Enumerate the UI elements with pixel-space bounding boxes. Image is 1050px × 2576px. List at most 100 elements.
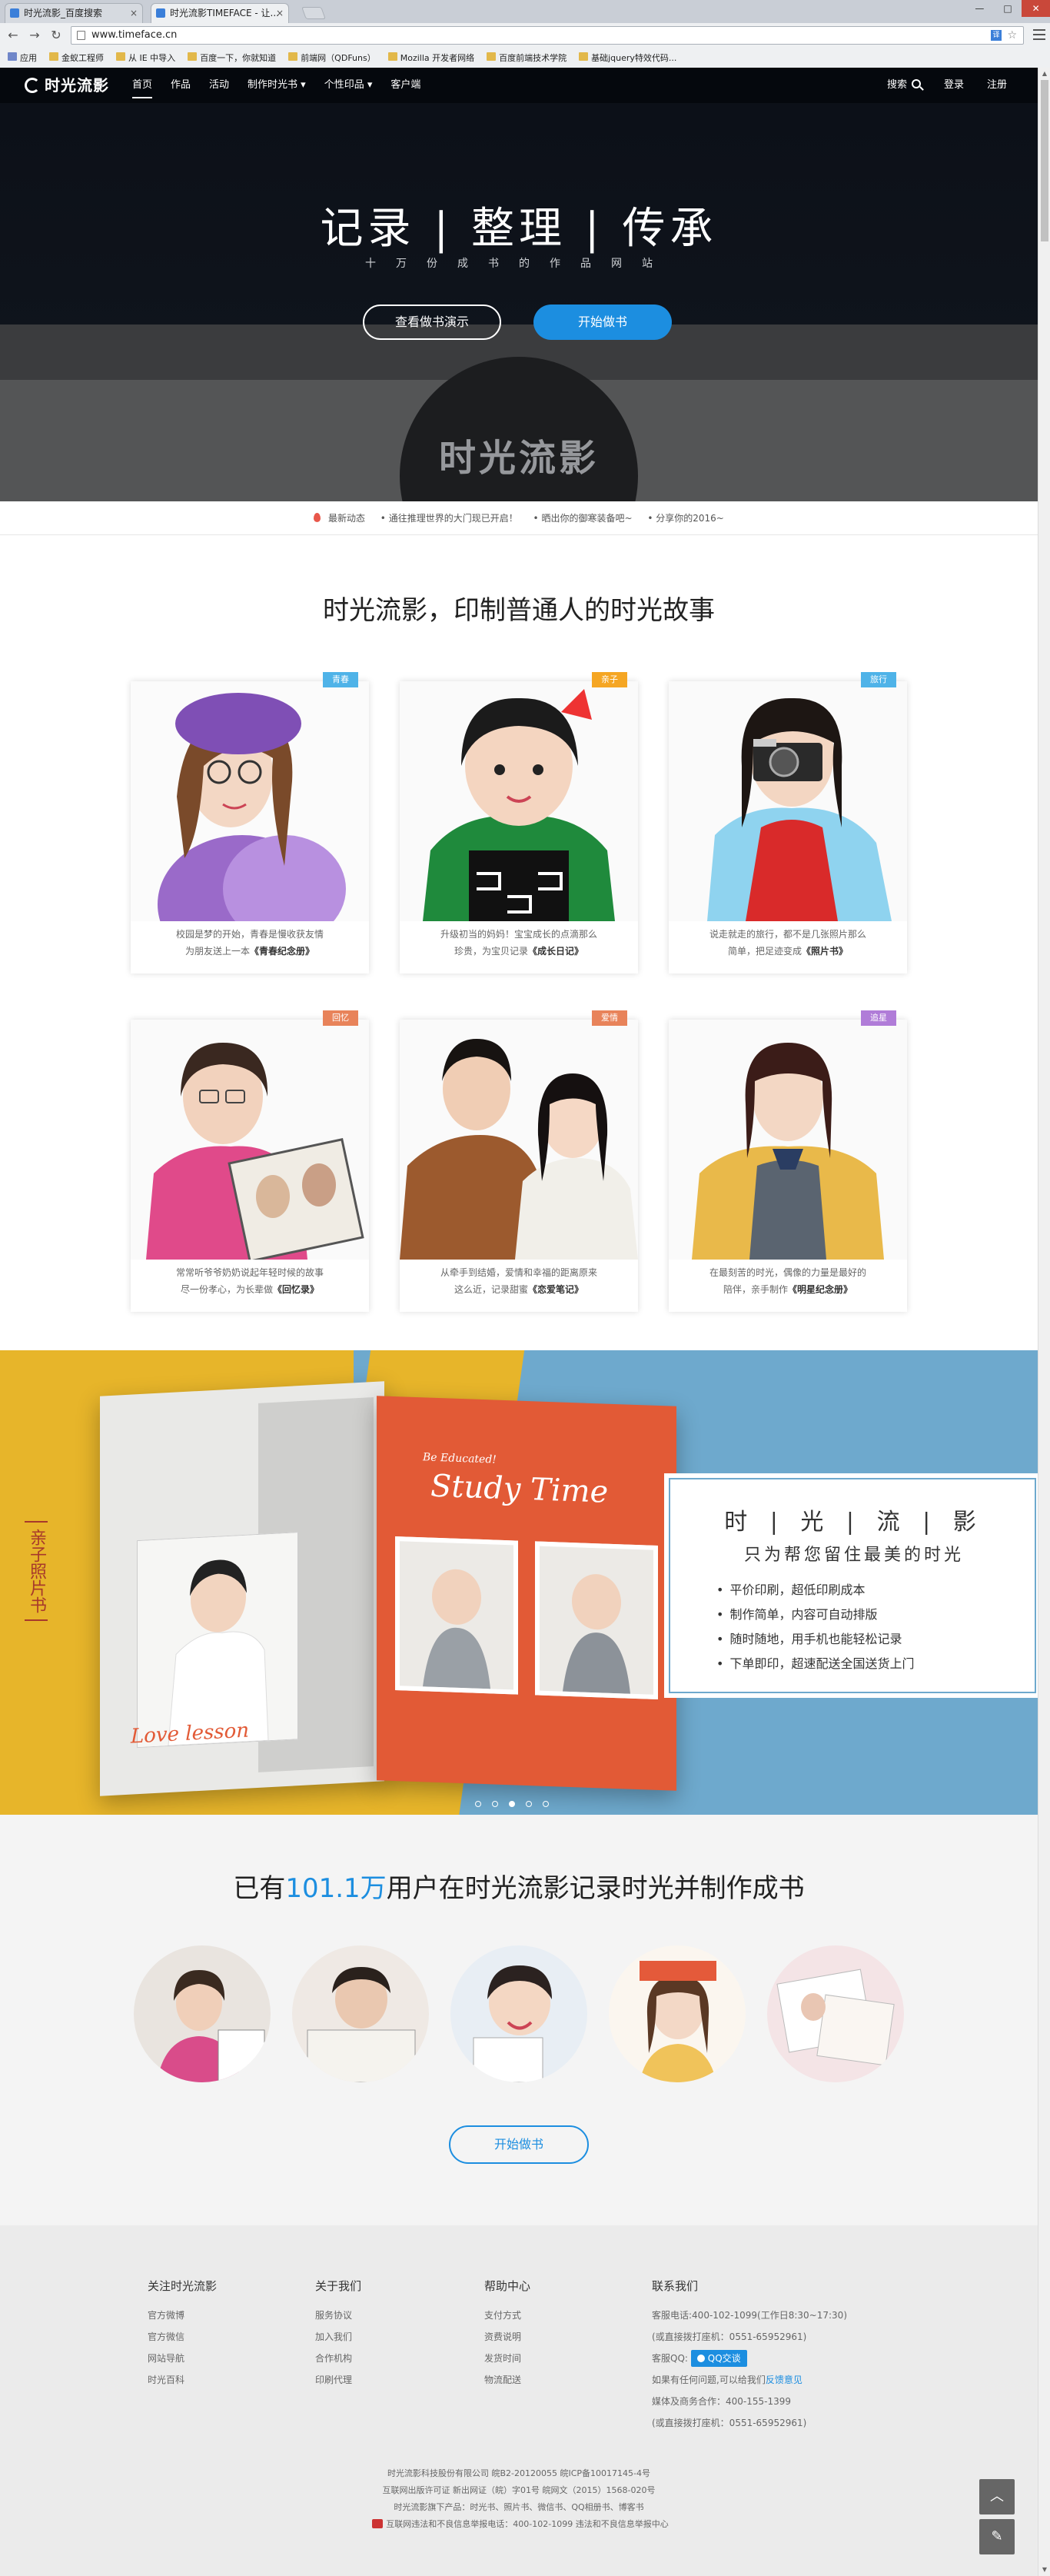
contact-phone: 客服电话:400-102-1099(工作日8:30~17:30) xyxy=(652,2310,847,2321)
book-name: 《回忆录》 xyxy=(273,1284,320,1295)
feedback-link[interactable]: 反馈意见 xyxy=(766,2375,802,2385)
scroll-down-arrow-icon[interactable]: ▼ xyxy=(1038,2564,1050,2576)
bookmark-item[interactable]: 百度前端技术学院 xyxy=(483,52,573,64)
address-bar[interactable]: www.timeface.cn 译 ☆ xyxy=(71,26,1024,45)
carousel-dot[interactable] xyxy=(492,1801,498,1807)
caption-line: 珍贵，为宝贝记录 xyxy=(454,946,528,957)
story-card-love[interactable]: 爱情 从牵手到结婚，爱情和幸福的距离原来 这么近，记录甜蜜《恋爱笔记》 xyxy=(400,1010,638,1312)
book-photo-boy xyxy=(137,1532,298,1749)
footer-link[interactable]: 发货时间 xyxy=(484,2348,530,2369)
bookmark-star-icon[interactable]: ☆ xyxy=(1007,27,1017,44)
back-to-top-button[interactable]: ︿ xyxy=(979,2479,1015,2514)
footer-link[interactable]: 网站导航 xyxy=(148,2348,217,2369)
contact-business-alt: (或直接拨打座机：0551-65952961) xyxy=(652,2418,807,2428)
news-item[interactable]: • 晒出你的御寒装备吧~ xyxy=(533,513,633,524)
bookmark-item[interactable]: 从 IE 中导入 xyxy=(113,52,181,64)
demo-button[interactable]: 查看做书演示 xyxy=(363,305,501,340)
bookmark-item[interactable]: 前端网（QDFuns） xyxy=(285,52,382,64)
footer-link[interactable]: 合作机构 xyxy=(315,2348,361,2369)
carousel-dot[interactable] xyxy=(543,1801,549,1807)
site-logo[interactable]: 时光流影 xyxy=(25,76,109,95)
bookmark-item[interactable]: Mozilla 开发者网络 xyxy=(385,52,480,64)
feedback-prefix: 如果有任何问题,可以给我们 xyxy=(652,2375,766,2385)
footer-link[interactable]: 官方微博 xyxy=(148,2305,217,2326)
footer-link[interactable]: 物流配送 xyxy=(484,2369,530,2391)
story-card-memory[interactable]: 回忆 常常听爷爷奶奶说起年轻时候的故事 尽一份孝心，为长辈做《回忆录》 xyxy=(131,1010,369,1312)
footer-link[interactable]: 服务协议 xyxy=(315,2305,361,2326)
book-name: 《成长日记》 xyxy=(528,946,584,957)
bookmark-item[interactable]: 基础jquery特效代码... xyxy=(576,52,683,64)
footer-link[interactable]: 支付方式 xyxy=(484,2305,530,2326)
bookmark-apps[interactable]: 应用 xyxy=(5,52,43,64)
forward-arrow-icon[interactable]: → xyxy=(26,28,43,43)
book-name: 《照片书》 xyxy=(802,946,849,957)
nav-custom-print[interactable]: 个性印品 ▾ xyxy=(315,68,382,103)
caption-line: 从牵手到结婚，爱情和幸福的距离原来 xyxy=(440,1267,597,1278)
url-text: www.timeface.cn xyxy=(91,29,178,41)
nav-home[interactable]: 首页 xyxy=(123,68,161,103)
news-item[interactable]: • 通往推理世界的大门现已开启！ xyxy=(380,513,518,524)
story-photo-parenting xyxy=(400,681,638,921)
carousel-dot-active[interactable] xyxy=(509,1801,515,1807)
caption-line: 在最刻苦的时光，偶像的力量是最好的 xyxy=(709,1267,866,1278)
search-button[interactable]: 搜索 xyxy=(887,68,921,103)
hero-title: 记录 | 整理 | 传承 xyxy=(320,204,718,254)
start-book-button[interactable]: 开始做书 xyxy=(533,305,672,340)
back-arrow-icon[interactable]: ← xyxy=(5,28,22,43)
copyright-block: 时光流影科技股份有限公司 皖B2-20120055 皖ICP备10017145-… xyxy=(0,2465,1038,2533)
story-caption: 升级初当的妈妈！宝宝成长的点滴那么珍贵，为宝贝记录《成长日记》 xyxy=(400,926,638,960)
copyright-line[interactable]: 互联网违法和不良信息举报电话：400-102-1099 违法和不良信息举报中心 xyxy=(386,2519,668,2529)
translate-icon[interactable]: 译 xyxy=(991,30,1002,41)
scroll-up-arrow-icon[interactable]: ▲ xyxy=(1038,68,1050,80)
nav-make-book[interactable]: 制作时光书 ▾ xyxy=(238,68,315,103)
carousel-dot[interactable] xyxy=(475,1801,481,1807)
story-card-parenting[interactable]: 亲子 升级初当的妈妈！宝宝成长的点滴那么 珍贵，为宝贝记录《成长日记》 xyxy=(400,672,638,973)
footer-link[interactable]: 时光百科 xyxy=(148,2369,217,2391)
story-photo-memory xyxy=(131,1020,369,1260)
scrollbar-thumb[interactable] xyxy=(1041,80,1048,241)
caption-line: 升级初当的妈妈！宝宝成长的点滴那么 xyxy=(440,929,597,940)
story-card-idol[interactable]: 追星 在最刻苦的时光，偶像的力量是最好的 陪伴，亲手制作《明星纪念册》 xyxy=(669,1010,907,1312)
story-caption: 校园是梦的开始，青春是慢收获友情 为朋友送上一本《青春纪念册》 xyxy=(131,926,369,960)
footer-heading: 关于我们 xyxy=(315,2279,362,2293)
search-label: 搜索 xyxy=(886,79,907,91)
window-controls: — □ ✕ xyxy=(965,0,1050,17)
story-card-youth[interactable]: 青春 校园是梦的开始，青春是慢收获友情 为朋友送上一本《青春纪念册》 xyxy=(131,672,369,973)
footer-link[interactable]: 印刷代理 xyxy=(315,2369,361,2391)
footer-heading: 关注时光流影 xyxy=(148,2279,218,2293)
feedback-float-button[interactable]: ✎ xyxy=(979,2519,1015,2554)
news-item[interactable]: • 分享你的2016~ xyxy=(647,513,724,524)
reload-icon[interactable]: ↻ xyxy=(48,28,65,43)
page-scrollbar[interactable]: ▲ ▼ xyxy=(1038,68,1050,2576)
tab-timeface[interactable]: 时光流影TIMEFACE - 让... × xyxy=(151,3,289,23)
minimize-icon[interactable]: — xyxy=(965,0,994,17)
close-tab-icon[interactable]: × xyxy=(276,4,284,22)
nav-events[interactable]: 活动 xyxy=(200,68,238,103)
hero-section: 记录 | 整理 | 传承 十万份成书的作品网站 查看做书演示 开始做书 时光流影 xyxy=(0,103,1038,501)
start-book-button-secondary[interactable]: 开始做书 xyxy=(449,2125,589,2164)
copyright-line: 互联网出版许可证 新出网证（皖）字01号 皖网文（2015）1568-020号 xyxy=(382,2485,656,2495)
maximize-icon[interactable]: □ xyxy=(994,0,1022,17)
footer-link[interactable]: 加入我们 xyxy=(315,2326,361,2348)
user-avatar xyxy=(767,1945,904,2082)
register-link[interactable]: 注册 xyxy=(987,68,1007,103)
story-card-travel[interactable]: 旅行 说走就走的旅行，都不是几张照片那么 简单，把足迹变成《照片书》 xyxy=(669,672,907,973)
bookmark-item[interactable]: 金蚁工程师 xyxy=(46,52,110,64)
qq-chat-button[interactable]: QQ交谈 xyxy=(690,2350,747,2367)
new-tab-button[interactable] xyxy=(301,7,326,19)
close-window-icon[interactable]: ✕ xyxy=(1022,0,1050,17)
nav-works[interactable]: 作品 xyxy=(161,68,200,103)
close-tab-icon[interactable]: × xyxy=(130,4,138,22)
footer-link[interactable]: 官方微信 xyxy=(148,2326,217,2348)
user-avatar xyxy=(134,1945,271,2082)
nav-client[interactable]: 客户端 xyxy=(381,68,430,103)
product-banner: 亲子照片书 Love lesson Be Educated! Study Tim… xyxy=(0,1350,1038,1815)
carousel-dot[interactable] xyxy=(526,1801,532,1807)
bookmark-item[interactable]: 百度一下，你就知道 xyxy=(184,52,282,64)
tab-baidu-search[interactable]: 时光流影_百度搜索 × xyxy=(5,3,143,23)
browser-menu-icon[interactable] xyxy=(1033,29,1045,40)
footer-link[interactable]: 资费说明 xyxy=(484,2326,530,2348)
story-tag: 旅行 xyxy=(861,672,896,687)
login-link[interactable]: 登录 xyxy=(944,68,964,103)
contact-phone-alt: (或直接拨打座机：0551-65952961) xyxy=(652,2331,807,2342)
